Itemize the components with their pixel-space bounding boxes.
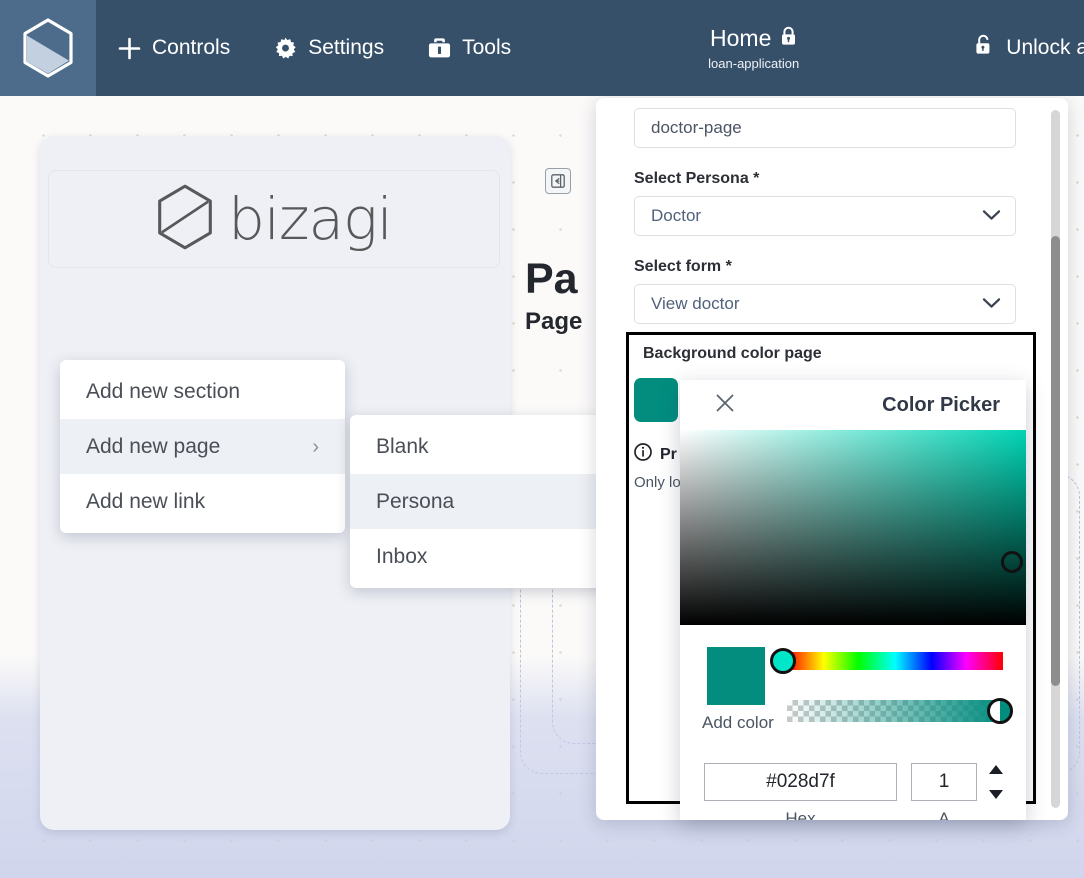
- select-form-value: View doctor: [651, 294, 740, 313]
- chevron-down-icon: [982, 297, 1001, 312]
- properties-form: doctor-page Select Persona * Doctor Sele…: [596, 98, 1046, 324]
- nav-item-tools[interactable]: Tools: [406, 0, 533, 96]
- triangle-up-icon[interactable]: [989, 765, 1003, 774]
- menu-item-label: Add new section: [86, 379, 241, 403]
- lock-open-icon: [974, 34, 993, 62]
- submenu-item-blank[interactable]: Blank: [350, 419, 630, 474]
- select-persona-dropdown[interactable]: Doctor: [634, 196, 1016, 236]
- background-color-swatch[interactable]: [634, 378, 678, 422]
- brand-logo-box: bizagi: [48, 170, 500, 268]
- nav-item-settings-label: Settings: [308, 36, 385, 59]
- triangle-down-icon[interactable]: [989, 790, 1003, 799]
- hex-input[interactable]: #028d7f: [704, 763, 897, 801]
- add-new-menu: Add new section Add new page › Add new l…: [60, 360, 345, 533]
- hue-slider[interactable]: [787, 652, 1003, 670]
- submenu-item-label: Persona: [376, 489, 455, 513]
- select-form-dropdown[interactable]: View doctor: [634, 284, 1016, 324]
- properties-scrollbar-thumb[interactable]: [1051, 236, 1060, 686]
- add-new-page-submenu: Blank Persona Inbox: [350, 415, 630, 588]
- color-picker-title: Color Picker: [882, 393, 1000, 416]
- app-logo-button[interactable]: [0, 0, 96, 96]
- background-color-page-label: Background color page: [643, 345, 822, 362]
- plus-icon: [118, 37, 141, 60]
- alpha-stepper[interactable]: [987, 765, 1005, 799]
- alpha-slider[interactable]: [787, 700, 1003, 722]
- color-picker-controls: Add color #028d7f 1 Hex A: [680, 625, 1026, 820]
- nav-item-settings[interactable]: Settings: [252, 0, 406, 96]
- submenu-item-label: Blank: [376, 434, 429, 458]
- nav-item-tools-label: Tools: [462, 36, 512, 59]
- preview-note-title: Pr: [660, 445, 677, 463]
- menu-item-label: Add new page: [86, 434, 221, 458]
- bizagi-hexagon-logo-icon: [156, 184, 214, 255]
- page-name-input[interactable]: doctor-page: [634, 108, 1016, 148]
- submenu-item-persona[interactable]: Persona: [350, 474, 630, 529]
- menu-item-label: Add new link: [86, 489, 206, 513]
- header-page-title-row: Home: [710, 25, 797, 52]
- alpha-caption: A: [938, 809, 950, 820]
- unlock-app-button[interactable]: Unlock a: [974, 34, 1084, 62]
- lock-closed-icon[interactable]: [780, 25, 797, 52]
- canvas-page-title: Pa: [525, 255, 578, 303]
- info-circle-icon: [634, 443, 652, 466]
- chevron-right-icon: ›: [312, 435, 319, 458]
- color-picker-popover: Color Picker Add color #028d7f 1 Hex A: [680, 380, 1026, 820]
- canvas-page-subtitle: Page: [525, 308, 583, 335]
- chevron-down-icon: [982, 209, 1001, 224]
- header-page-title: Home: [710, 25, 772, 51]
- hue-slider-handle[interactable]: [770, 648, 796, 674]
- top-header: Controls Settings Tools Home loan-applic…: [0, 0, 1084, 96]
- hex-caption: Hex: [785, 809, 816, 820]
- menu-item-add-new-section[interactable]: Add new section: [60, 364, 345, 419]
- bizagi-hexagon-logo-icon: [22, 18, 74, 78]
- select-persona-value: Doctor: [651, 206, 702, 225]
- unlock-app-label: Unlock a: [1006, 36, 1084, 59]
- alpha-slider-handle[interactable]: [987, 698, 1013, 724]
- saturation-handle[interactable]: [1001, 551, 1023, 573]
- collapse-panel-icon[interactable]: [545, 168, 571, 194]
- color-preview-swatch[interactable]: [707, 647, 765, 705]
- select-persona-label: Select Persona *: [634, 170, 760, 187]
- submenu-item-inbox[interactable]: Inbox: [350, 529, 630, 584]
- header-app-name: loan-application: [708, 56, 800, 71]
- select-form-label: Select form *: [634, 258, 732, 275]
- saturation-value-area[interactable]: [680, 430, 1026, 625]
- nav-item-controls[interactable]: Controls: [96, 0, 252, 96]
- close-icon[interactable]: [714, 392, 736, 418]
- alpha-input[interactable]: 1: [911, 763, 977, 801]
- toolbox-icon: [428, 37, 451, 59]
- submenu-item-label: Inbox: [376, 544, 428, 568]
- add-color-label[interactable]: Add color: [702, 713, 774, 733]
- brand-wordmark: bizagi: [228, 185, 393, 253]
- menu-item-add-new-link[interactable]: Add new link: [60, 474, 345, 529]
- menu-item-add-new-page[interactable]: Add new page ›: [60, 419, 345, 474]
- gear-icon: [274, 37, 297, 60]
- color-picker-header: Color Picker: [680, 380, 1026, 430]
- header-breadcrumb: Home loan-application: [533, 25, 974, 71]
- nav-item-controls-label: Controls: [152, 36, 231, 59]
